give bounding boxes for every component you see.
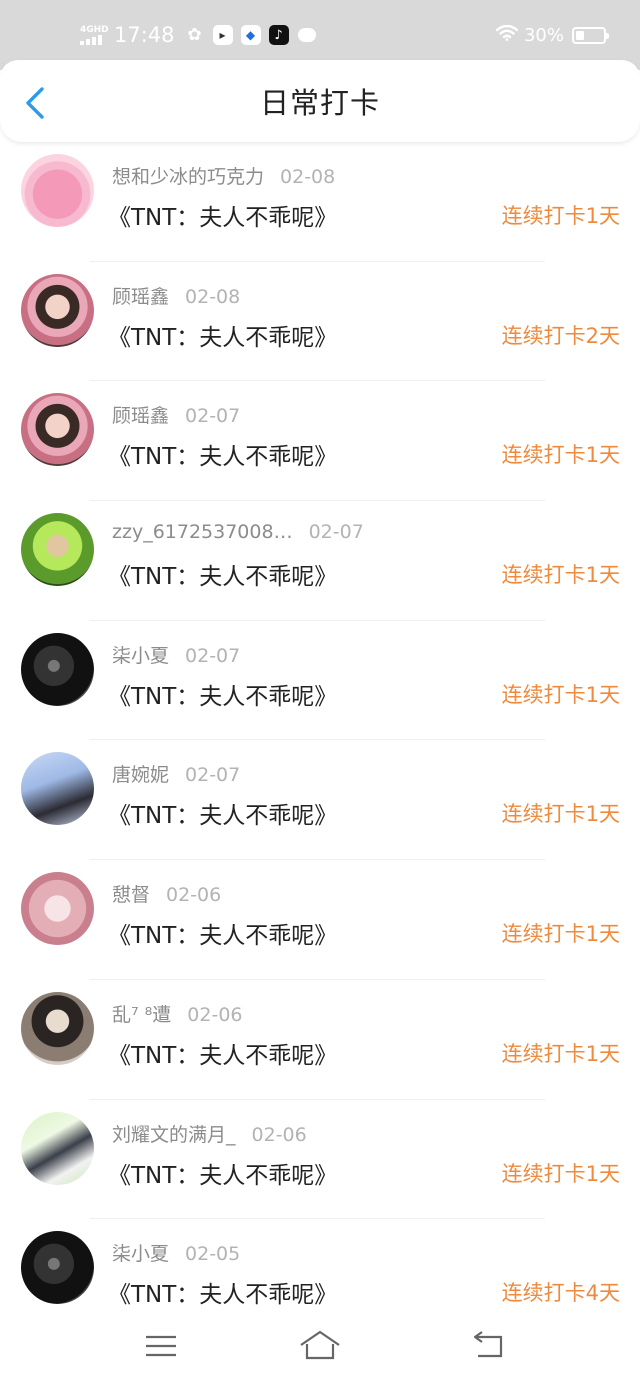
avatar[interactable] (21, 752, 94, 826)
checkin-row[interactable]: 顾瑶鑫 02-08 《TNT：夫人不乖呢》 连续打卡2天 (0, 262, 640, 382)
checkin-date: 02-08 (185, 285, 241, 308)
book-title[interactable]: 《TNT：夫人不乖呢》 (108, 1156, 337, 1190)
avatar[interactable] (21, 273, 94, 347)
avatar[interactable] (21, 1111, 94, 1185)
book-title[interactable]: 《TNT：夫人不乖呢》 (108, 557, 337, 591)
checkin-meta: 乱⁷ ⁸遭 02-06 (112, 1000, 243, 1027)
checkin-row[interactable]: 想和少冰的巧克力 02-08 《TNT：夫人不乖呢》 连续打卡1天 (0, 142, 640, 262)
wechat-icon: ✿ (187, 25, 202, 45)
streak-label: 连续打卡1天 (501, 682, 620, 707)
checkin-date: 02-08 (280, 166, 336, 188)
checkin-row[interactable]: 刘耀文的满月_ 02-06 《TNT：夫人不乖呢》 连续打卡1天 (0, 1100, 640, 1220)
username[interactable]: 憇督 (112, 884, 150, 906)
book-title[interactable]: 《TNT：夫人不乖呢》 (108, 677, 337, 711)
avatar[interactable] (21, 991, 94, 1065)
checkin-meta: 柒小夏 02-05 (112, 1239, 240, 1266)
checkin-date: 02-07 (185, 644, 241, 667)
battery-icon (572, 26, 609, 44)
checkin-row[interactable]: 憇督 02-06 《TNT：夫人不乖呢》 连续打卡1天 (0, 860, 640, 980)
username[interactable]: 顾瑶鑫 (112, 286, 169, 308)
username[interactable]: 柒小夏 (112, 645, 169, 667)
checkin-meta: 想和少冰的巧克力 02-08 (112, 162, 335, 189)
home-icon[interactable] (298, 1329, 342, 1367)
username[interactable]: 唐婉妮 (112, 764, 169, 786)
page-title: 日常打卡 (259, 86, 380, 120)
book-title[interactable]: 《TNT：夫人不乖呢》 (108, 318, 337, 352)
book-title[interactable]: 《TNT：夫人不乖呢》 (108, 916, 337, 950)
streak-label: 连续打卡1天 (501, 802, 620, 827)
clock: 17:48 (114, 23, 175, 47)
signal-indicator: 4GHD (80, 25, 110, 45)
menu-icon[interactable] (144, 1329, 178, 1367)
avatar[interactable] (21, 154, 94, 227)
checkin-meta: 憇督 02-06 (112, 880, 221, 907)
streak-label: 连续打卡1天 (501, 1161, 620, 1186)
checkin-list: 想和少冰的巧克力 02-08 《TNT：夫人不乖呢》 连续打卡1天 顾瑶鑫 02-08 《T… (0, 142, 640, 1339)
checkin-date: 02-06 (166, 884, 222, 907)
checkin-date: 02-07 (185, 405, 241, 428)
checkin-meta: zzy_6172537008… 02-07 (112, 521, 364, 543)
streak-label: 连续打卡1天 (501, 443, 620, 468)
avatar[interactable] (21, 393, 94, 467)
wifi-icon (495, 24, 519, 46)
header: 日常打卡 (0, 60, 640, 142)
checkin-meta: 顾瑶鑫 02-07 (112, 401, 240, 428)
checkin-meta: 唐婉妮 02-07 (112, 760, 240, 787)
checkin-meta: 刘耀文的满月_ 02-06 (112, 1120, 307, 1147)
streak-label: 连续打卡1天 (501, 922, 620, 947)
avatar[interactable] (21, 872, 94, 946)
checkin-row[interactable]: 乱⁷ ⁸遭 02-06 《TNT：夫人不乖呢》 连续打卡1天 (0, 980, 640, 1100)
username[interactable]: zzy_6172537008… (112, 521, 293, 543)
tiktok-icon: ♪ (268, 25, 289, 45)
message-bubble-icon (297, 25, 317, 45)
book-title[interactable]: 《TNT：夫人不乖呢》 (108, 1275, 337, 1309)
avatar[interactable] (21, 632, 94, 706)
checkin-date: 02-07 (185, 764, 241, 787)
book-title[interactable]: 《TNT：夫人不乖呢》 (108, 198, 337, 232)
streak-label: 连续打卡4天 (501, 1281, 620, 1306)
checkin-row[interactable]: zzy_6172537008… 02-07 《TNT：夫人不乖呢》 连续打卡1天 (0, 501, 640, 621)
username[interactable]: 刘耀文的满月_ (112, 1124, 236, 1146)
book-title[interactable]: 《TNT：夫人不乖呢》 (108, 796, 337, 830)
network-type: 4GHD (80, 25, 109, 35)
username[interactable]: 想和少冰的巧克力 (112, 166, 264, 188)
username[interactable]: 乱⁷ ⁸遭 (112, 1004, 171, 1026)
checkin-row[interactable]: 柒小夏 02-07 《TNT：夫人不乖呢》 连续打卡1天 (0, 621, 640, 741)
avatar[interactable] (21, 513, 94, 587)
username[interactable]: 柒小夏 (112, 1243, 169, 1265)
checkin-meta: 顾瑶鑫 02-08 (112, 282, 240, 309)
blue-app-icon: ◆ (240, 25, 261, 45)
streak-label: 连续打卡1天 (501, 204, 620, 228)
username[interactable]: 顾瑶鑫 (112, 405, 169, 427)
checkin-row[interactable]: 顾瑶鑫 02-07 《TNT：夫人不乖呢》 连续打卡1天 (0, 381, 640, 502)
signal-bars-icon (80, 35, 102, 45)
streak-label: 连续打卡2天 (501, 323, 620, 348)
checkin-meta: 柒小夏 02-07 (112, 641, 240, 668)
book-title[interactable]: 《TNT：夫人不乖呢》 (108, 437, 337, 471)
checkin-date: 02-05 (185, 1243, 241, 1266)
checkin-date: 02-06 (251, 1123, 307, 1146)
streak-label: 连续打卡1天 (501, 563, 620, 588)
system-nav-bar (0, 1317, 640, 1387)
battery-percent: 30% (523, 24, 564, 46)
streak-label: 连续打卡1天 (501, 1041, 620, 1066)
checkin-date: 02-07 (308, 521, 364, 544)
checkin-date: 02-06 (187, 1003, 243, 1026)
back-icon[interactable] (470, 1329, 506, 1367)
checkin-row[interactable]: 唐婉妮 02-07 《TNT：夫人不乖呢》 连续打卡1天 (0, 740, 640, 861)
back-arrow-icon[interactable] (22, 86, 52, 120)
book-title[interactable]: 《TNT：夫人不乖呢》 (108, 1036, 337, 1070)
avatar[interactable] (21, 1231, 94, 1305)
note-app-icon: ▸ (212, 25, 233, 45)
